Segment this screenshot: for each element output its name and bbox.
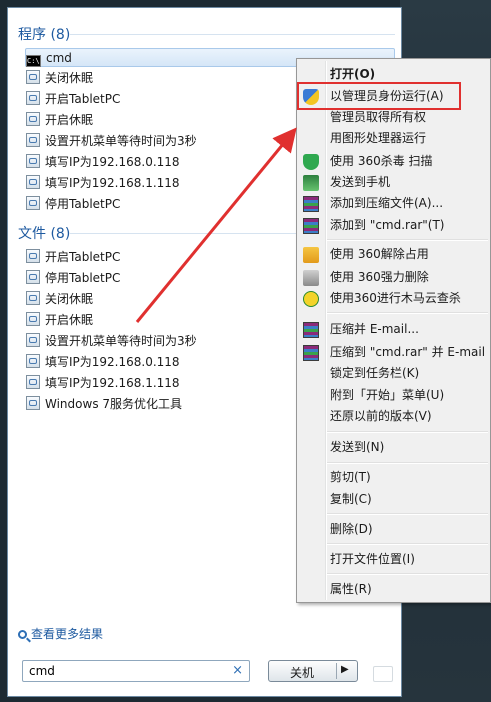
arrow-shaft [135, 127, 297, 323]
annotation-arrow [135, 127, 297, 323]
